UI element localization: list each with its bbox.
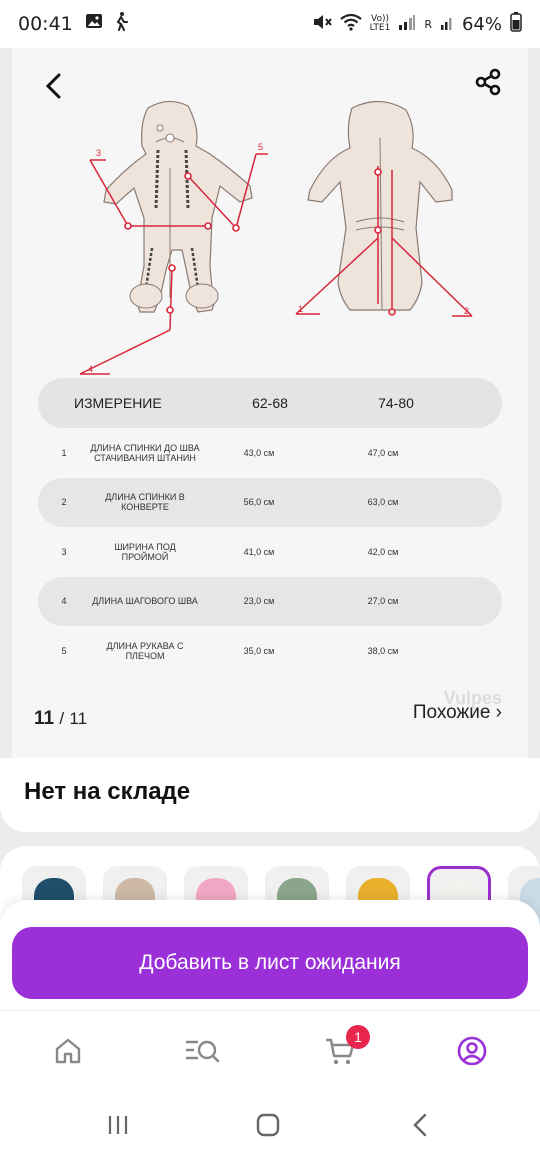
walking-icon <box>113 11 129 37</box>
recent-apps-icon <box>108 1116 128 1134</box>
diagram-marker: 4 <box>88 364 93 374</box>
diagram-marker: 3 <box>96 148 101 158</box>
diagram-marker: 5 <box>258 142 263 152</box>
home-nav-icon <box>256 1113 280 1137</box>
battery-percent: 64% <box>461 13 502 35</box>
stock-status-card: Нет на складе <box>0 758 540 832</box>
status-time: 00:41 <box>18 13 73 35</box>
table-header-row: ИЗМЕРЕНИЕ 62-68 74-80 <box>38 378 502 428</box>
diagram-marker: 1 <box>298 304 303 314</box>
catalog-search-icon <box>186 1040 220 1063</box>
table-row: 1 ДЛИНА СПИНКИ ДО ШВА СТАЧИВАНИЯ ШТАНИН … <box>61 442 399 463</box>
tab-profile[interactable] <box>452 1031 492 1071</box>
bottom-action-sheet: Добавить в лист ожидания <box>0 900 540 1010</box>
back-nav-button[interactable] <box>400 1110 440 1140</box>
bottom-tab-bar: 1 <box>0 1010 540 1092</box>
jumpsuit-back <box>307 100 453 311</box>
signal-icon-2 <box>440 14 454 35</box>
back-nav-icon <box>413 1113 427 1137</box>
share-icon <box>475 68 501 96</box>
diagram-marker: 2 <box>464 306 469 316</box>
profile-icon <box>457 1036 487 1066</box>
system-navigation-bar <box>0 1092 540 1158</box>
size-diagram-illustration: 3 5 4 1 2 <box>79 100 473 375</box>
recent-apps-button[interactable] <box>98 1110 138 1140</box>
roaming-indicator: R <box>424 17 432 31</box>
column-header: ИЗМЕРЕНИЕ <box>74 395 162 411</box>
add-to-waitlist-button[interactable]: Добавить в лист ожидания <box>12 927 528 999</box>
product-gallery[interactable]: 3 5 4 1 2 ИЗМЕРЕНИЕ 62-68 74-80 1 ДЛИНА … <box>12 48 528 758</box>
chevron-left-icon <box>45 73 61 99</box>
battery-icon <box>510 11 522 37</box>
mute-icon <box>312 13 332 36</box>
size-table: ИЗМЕРЕНИЕ 62-68 74-80 1 ДЛИНА СПИНКИ ДО … <box>38 378 502 676</box>
network-type: Vo)) LTE1 <box>369 14 391 33</box>
image-counter: 11 / 11 <box>34 708 88 729</box>
tab-catalog-search[interactable] <box>182 1031 222 1071</box>
table-row: 2 ДЛИНА СПИНКИ В КОНВЕРТЕ 56,0 см 63,0 с… <box>38 477 502 527</box>
table-row: 3 ШИРИНА ПОД ПРОЙМОЙ 41,0 см 42,0 см <box>61 541 399 562</box>
similar-products-link[interactable]: Похожие › <box>413 702 502 724</box>
column-header: 62-68 <box>252 395 288 411</box>
stock-status-title: Нет на складе <box>24 778 191 805</box>
cart-badge: 1 <box>346 1025 370 1049</box>
wifi-icon <box>339 13 362 36</box>
jumpsuit-front <box>103 100 253 313</box>
column-header: 74-80 <box>378 395 414 411</box>
tab-home[interactable] <box>48 1031 88 1071</box>
home-nav-button[interactable] <box>248 1110 288 1140</box>
table-row: 4 ДЛИНА ШАГОВОГО ШВА 23,0 см 27,0 см <box>38 576 502 626</box>
table-row: 5 ДЛИНА РУКАВА С ПЛЕЧОМ 35,0 см 38,0 см <box>61 640 399 661</box>
signal-icon <box>398 14 416 35</box>
home-icon <box>55 1038 81 1064</box>
share-button[interactable] <box>468 62 508 102</box>
tab-cart[interactable]: 1 <box>320 1025 370 1071</box>
status-bar: 00:41 Vo)) LTE1 R 64% <box>0 0 540 48</box>
gallery-icon <box>85 12 103 36</box>
